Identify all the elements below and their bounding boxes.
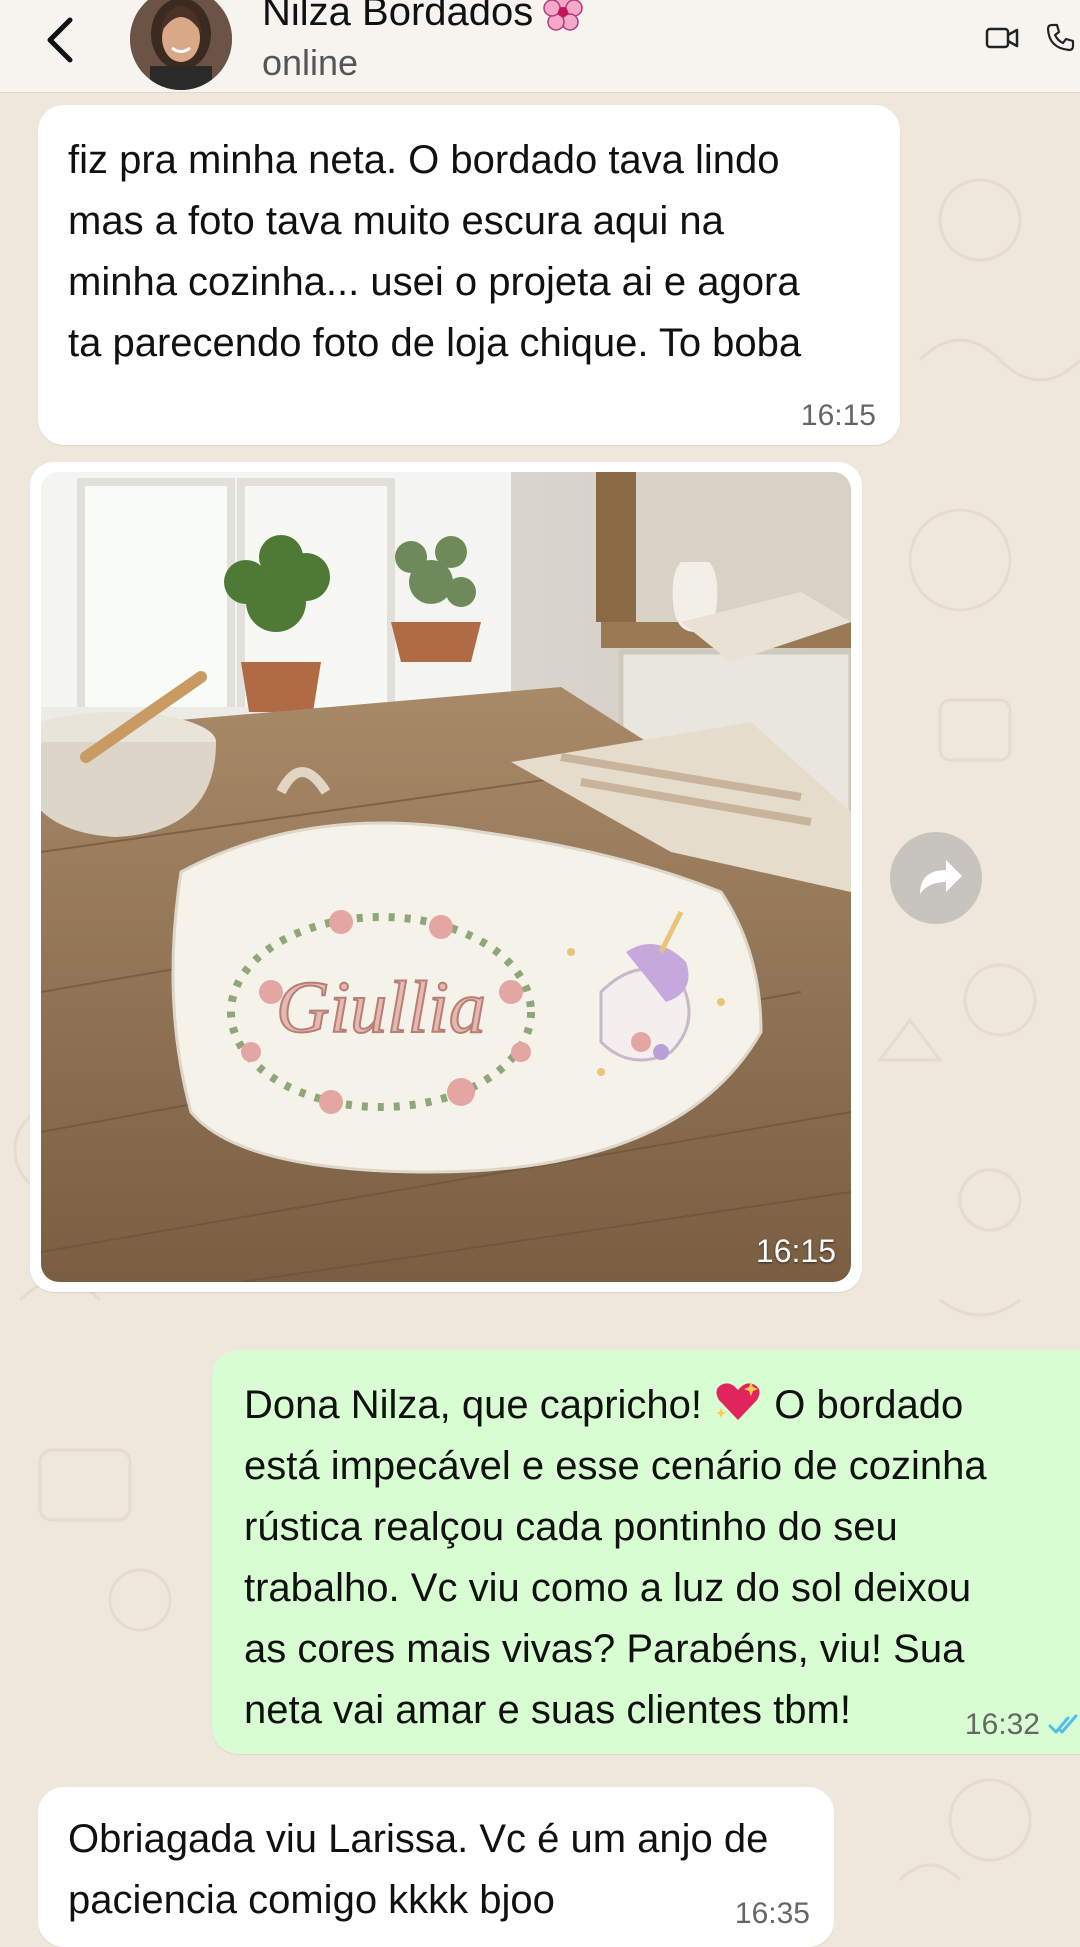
message-text-part-2: O bordado está impecável e esse cenário … bbox=[244, 1383, 987, 1732]
avatar[interactable] bbox=[130, 0, 232, 90]
sparkling-heart-emoji-icon bbox=[716, 1382, 760, 1420]
message-time: 16:32 bbox=[964, 1708, 1040, 1741]
shared-photo[interactable]: Giullia bbox=[41, 472, 851, 1282]
contact-name-text: Nilza Bordados bbox=[262, 0, 534, 34]
avatar-photo bbox=[130, 0, 232, 90]
image-message-bubble[interactable]: Giullia 16:15 bbox=[30, 462, 862, 1292]
message-bubble-incoming[interactable]: Obriagada viu Larissa. Vc é um anjo de p… bbox=[38, 1787, 834, 1947]
message-time: 16:15 bbox=[800, 399, 876, 432]
message-text: fiz pra minha neta. O bordado tava lindo… bbox=[68, 138, 802, 365]
embroidered-name: Giullia bbox=[276, 967, 486, 1049]
embroidered-towel-photo: Giullia bbox=[41, 472, 851, 1282]
voice-call-icon[interactable] bbox=[1045, 22, 1075, 52]
forward-button[interactable] bbox=[890, 832, 982, 924]
contact-status: online bbox=[262, 42, 359, 83]
flower-emoji-icon bbox=[543, 0, 583, 31]
double-check-icon bbox=[1048, 1714, 1078, 1734]
forward-icon bbox=[920, 860, 962, 894]
message-text-part-1: Dona Nilza, que capricho! bbox=[244, 1383, 714, 1427]
video-call-icon[interactable] bbox=[985, 24, 1019, 52]
message-bubble-incoming[interactable]: fiz pra minha neta. O bordado tava lindo… bbox=[38, 105, 900, 445]
message-time: 16:35 bbox=[734, 1897, 810, 1930]
chat-header: Nilza Bordados online bbox=[0, 0, 1080, 92]
image-time: 16:15 bbox=[755, 1233, 836, 1269]
message-text: Dona Nilza, que capricho! O bordado está… bbox=[244, 1375, 1076, 1741]
back-icon[interactable] bbox=[40, 10, 80, 70]
message-bubble-outgoing[interactable]: Dona Nilza, que capricho! O bordado está… bbox=[212, 1350, 1080, 1754]
message-text: Obriagada viu Larissa. Vc é um anjo de p… bbox=[68, 1817, 769, 1922]
contact-name[interactable]: Nilza Bordados bbox=[262, 0, 583, 35]
